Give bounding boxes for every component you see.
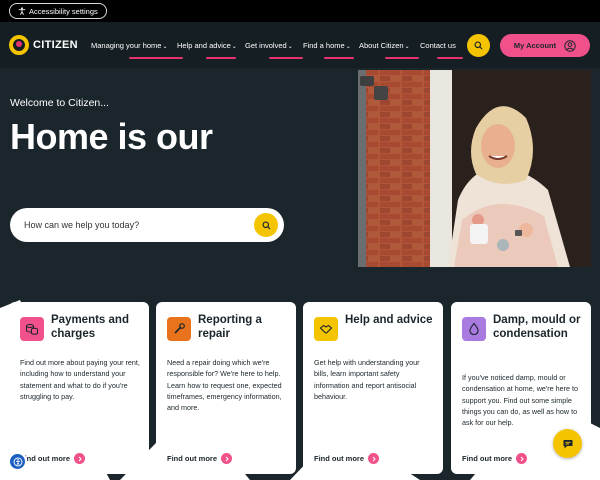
nav-about-citizen[interactable]: About Citizen⌄ bbox=[359, 41, 419, 59]
hero-search-button[interactable] bbox=[254, 213, 278, 237]
card-help-and-advice: Help and advice Get help with understand… bbox=[303, 302, 443, 474]
nav-label: Help and advice bbox=[177, 41, 231, 50]
nav-label: Get involved bbox=[245, 41, 287, 50]
chevron-down-icon: ⌄ bbox=[287, 44, 293, 50]
nav-label: Find a home bbox=[303, 41, 345, 50]
coins-icon bbox=[20, 317, 44, 341]
nav-label: Managing your home bbox=[91, 41, 162, 50]
hero-photo-illustration bbox=[358, 70, 591, 267]
find-out-more-link[interactable]: Find out more bbox=[462, 453, 527, 464]
accessibility-icon bbox=[13, 457, 22, 466]
hero-welcome-text: Welcome to Citizen... bbox=[10, 97, 110, 109]
hero-search-bar bbox=[10, 208, 284, 242]
top-utility-bar: Accessibility settings bbox=[0, 0, 600, 22]
nav-label: About Citizen bbox=[359, 41, 404, 50]
link-label: Find out more bbox=[462, 454, 512, 463]
arrow-right-icon bbox=[368, 453, 379, 464]
handshake-icon bbox=[314, 317, 338, 341]
card-reporting-a-repair: Reporting a repair Need a repair doing w… bbox=[156, 302, 296, 474]
accessibility-widget-button[interactable] bbox=[8, 452, 27, 471]
my-account-label: My Account bbox=[513, 41, 557, 50]
nav-underline bbox=[324, 57, 354, 59]
nav-help-and-advice[interactable]: Help and advice⌄ bbox=[177, 41, 237, 59]
accessibility-icon bbox=[18, 7, 26, 15]
chat-button[interactable] bbox=[553, 429, 582, 458]
chat-bubble-icon bbox=[563, 439, 572, 448]
nav-underline bbox=[385, 57, 419, 59]
arrow-right-icon bbox=[74, 453, 85, 464]
chevron-down-icon: ⌄ bbox=[162, 44, 168, 50]
hero-title: Home is our bbox=[10, 116, 213, 157]
nav-underline bbox=[269, 57, 303, 59]
header-search-button[interactable] bbox=[467, 34, 490, 57]
chevron-down-icon: ⌄ bbox=[231, 44, 237, 50]
user-circle-icon bbox=[564, 39, 576, 52]
find-out-more-link[interactable]: Find out more bbox=[20, 453, 85, 464]
citizen-logo[interactable]: CITIZEN bbox=[9, 35, 78, 55]
wrench-icon bbox=[167, 317, 191, 341]
card-title: Payments and charges bbox=[51, 314, 129, 340]
link-label: Find out more bbox=[20, 454, 70, 463]
arrow-right-icon bbox=[221, 453, 232, 464]
nav-get-involved[interactable]: Get involved⌄ bbox=[245, 41, 303, 59]
find-out-more-link[interactable]: Find out more bbox=[167, 453, 232, 464]
hero-photo bbox=[358, 70, 591, 267]
nav-label: Contact us bbox=[420, 41, 456, 50]
nav-underline bbox=[437, 57, 463, 59]
nav-underline bbox=[129, 57, 183, 59]
logo-text: CITIZEN bbox=[33, 39, 78, 51]
accessibility-settings-label: Accessibility settings bbox=[29, 6, 98, 16]
card-payments-and-charges: Payments and charges Find out more about… bbox=[9, 302, 149, 474]
my-account-button[interactable]: My Account bbox=[500, 34, 590, 57]
nav-contact-us[interactable]: Contact us bbox=[420, 41, 463, 59]
citizen-logo-mark bbox=[9, 35, 29, 55]
water-drop-icon bbox=[462, 317, 486, 341]
main-navigation: CITIZEN Managing your home⌄ Help and adv… bbox=[0, 22, 600, 68]
card-body: Get help with understanding your bills, … bbox=[314, 358, 420, 401]
card-title: Damp, mould or condensation bbox=[493, 314, 581, 340]
search-icon bbox=[474, 41, 483, 50]
search-icon bbox=[261, 220, 271, 230]
link-label: Find out more bbox=[314, 454, 364, 463]
chevron-down-icon: ⌄ bbox=[345, 44, 351, 50]
arrow-right-icon bbox=[516, 453, 527, 464]
card-body: If you've noticed damp, mould or condens… bbox=[462, 373, 579, 428]
accessibility-settings-button[interactable]: Accessibility settings bbox=[9, 3, 107, 19]
nav-find-a-home[interactable]: Find a home⌄ bbox=[303, 41, 354, 59]
card-body: Find out more about paying your rent, in… bbox=[20, 358, 140, 401]
card-body: Need a repair doing which we're responsi… bbox=[167, 358, 282, 413]
link-label: Find out more bbox=[167, 454, 217, 463]
nav-managing-your-home[interactable]: Managing your home⌄ bbox=[91, 41, 183, 59]
card-title: Help and advice bbox=[345, 314, 433, 326]
card-title: Reporting a repair bbox=[198, 314, 262, 340]
hero-search-input[interactable] bbox=[24, 217, 244, 233]
chevron-down-icon: ⌄ bbox=[404, 44, 410, 50]
find-out-more-link[interactable]: Find out more bbox=[314, 453, 379, 464]
nav-underline bbox=[206, 57, 236, 59]
